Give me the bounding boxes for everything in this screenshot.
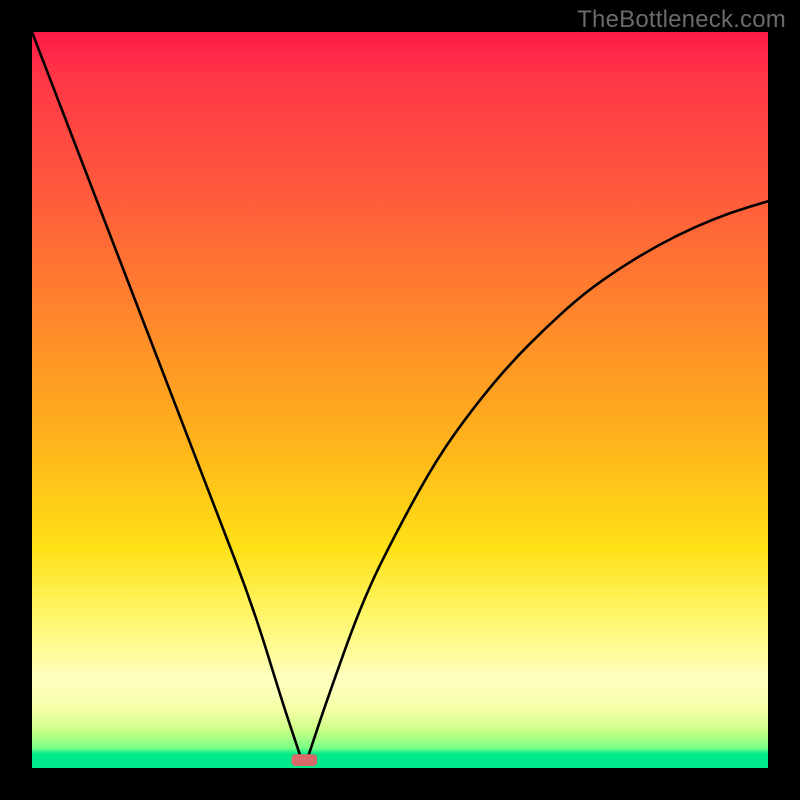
valley-notch-icon: [291, 754, 317, 766]
plot-area: [32, 32, 768, 768]
bottleneck-curve: [32, 32, 768, 768]
watermark-text: TheBottleneck.com: [577, 6, 786, 34]
chart-stage: TheBottleneck.com: [0, 0, 800, 800]
curve-path: [32, 32, 768, 762]
